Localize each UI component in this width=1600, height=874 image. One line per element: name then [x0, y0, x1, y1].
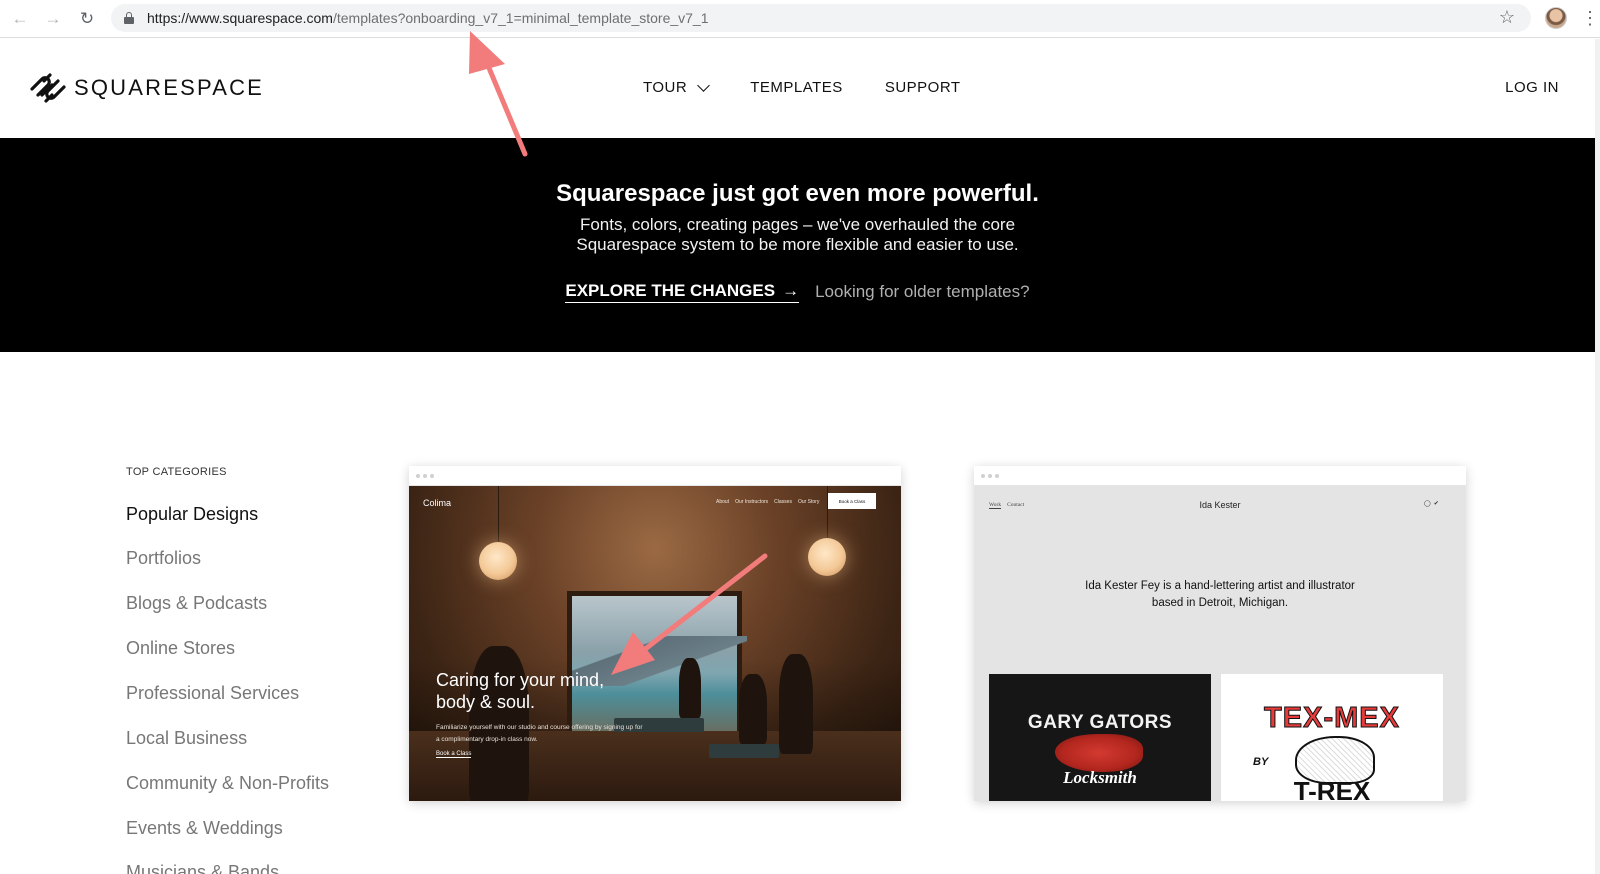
alligator-illustration [1055, 734, 1143, 772]
tile-bottom-text: T-REX [1293, 776, 1371, 801]
category-events-weddings[interactable]: Events & Weddings [126, 818, 283, 839]
category-blogs-podcasts[interactable]: Blogs & Podcasts [126, 593, 267, 614]
nav-templates[interactable]: TEMPLATES [750, 79, 843, 96]
preview-headline-line: Caring for your mind, [436, 670, 605, 690]
window-dots [416, 474, 434, 478]
person-silhouette [679, 658, 701, 718]
tile-title: GARY GATORS [1027, 712, 1173, 733]
category-local-business[interactable]: Local Business [126, 728, 247, 749]
browser-menu-icon[interactable]: ⋮ [1581, 8, 1599, 28]
promo-banner: Squarespace just got even more powerful.… [0, 138, 1595, 352]
promo-title: Squarespace just got even more powerful. [556, 180, 1039, 207]
social-icons: ◯✔ [1424, 500, 1442, 507]
preview-headline-line: body & soul. [436, 692, 536, 712]
template-preview-image: Work Contact Ida Kester ◯✔ Ida Kester Fe… [974, 486, 1466, 801]
window-dots [981, 474, 999, 478]
preview-intro: Ida Kester Fey is a hand-lettering artis… [974, 578, 1466, 612]
category-musicians-bands[interactable]: Musicians & Bands [126, 862, 279, 874]
chevron-down-icon [697, 78, 711, 92]
person-silhouette [739, 674, 767, 744]
preview-subtext: Familiarize yourself with our studio and… [436, 724, 643, 743]
squarespace-logo-icon [30, 73, 66, 103]
site-header: SQUARESPACE TOUR TEMPLATES SUPPORT LOG I… [0, 39, 1595, 138]
nav-tour-label: TOUR [643, 79, 688, 96]
page-scrollbar[interactable] [1595, 39, 1600, 874]
template-preview-image: Colima About Our Instructors Classes Our… [409, 486, 901, 801]
explore-changes-link[interactable]: EXPLORE THE CHANGES → [565, 281, 800, 303]
lamp-shape [808, 538, 846, 576]
nav-support[interactable]: SUPPORT [885, 79, 961, 96]
explore-changes-label: EXPLORE THE CHANGES [565, 281, 776, 300]
address-bar[interactable]: https://www.squarespace.com/templates?on… [111, 4, 1531, 32]
preview-cta: Book a Class [436, 751, 472, 758]
preview-window-bar [974, 466, 1466, 486]
url-path: /templates?onboarding_v7_1=minimal_templ… [332, 10, 709, 26]
main-nav: TOUR TEMPLATES SUPPORT [643, 78, 1003, 96]
promo-text: Fonts, colors, creating pages – we've ov… [0, 215, 1595, 255]
category-portfolios[interactable]: Portfolios [126, 548, 201, 569]
template-card-colima[interactable]: Colima About Our Instructors Classes Our… [409, 466, 901, 801]
twitter-icon: ✔ [1433, 501, 1442, 507]
preview-site-name: Ida Kester [1199, 500, 1241, 510]
preview-nav-item: Our Story [797, 499, 820, 505]
person-silhouette [779, 654, 813, 754]
preview-nav-item: Classes [774, 499, 792, 505]
category-popular-designs[interactable]: Popular Designs [126, 504, 258, 525]
lock-icon [124, 12, 134, 24]
preview-brand: Colima [423, 498, 452, 508]
promo-text-line: Squarespace system to be more flexible a… [576, 235, 1019, 254]
nav-tour[interactable]: TOUR [643, 78, 711, 96]
preview-intro-line: based in Detroit, Michigan. [1151, 597, 1289, 609]
lamp-shape [479, 542, 517, 580]
preview-intro-line: Ida Kester Fey is a hand-lettering artis… [1085, 580, 1355, 592]
nav-templates-label: TEMPLATES [750, 79, 843, 96]
arrow-right-icon: → [782, 281, 800, 300]
older-templates-link[interactable]: Looking for older templates? [815, 282, 1030, 302]
logo-wordmark: SQUARESPACE [74, 75, 265, 100]
preview-window-bar [409, 466, 901, 486]
template-card-ida-kester[interactable]: Work Contact Ida Kester ◯✔ Ida Kester Fe… [974, 466, 1466, 801]
tile-title: TEX-MEX [1264, 702, 1400, 735]
portfolio-tile-tex-mex: TEX-MEX BY T-REX [1221, 674, 1443, 801]
category-online-stores[interactable]: Online Stores [126, 638, 235, 659]
tile-subtitle: Locksmith [1063, 768, 1137, 787]
reload-icon[interactable]: ↻ [76, 8, 98, 30]
categories-heading: TOP CATEGORIES [126, 466, 227, 478]
preview-nav-item: About [716, 499, 730, 505]
preview-nav-item: Our Instructors [735, 499, 769, 505]
arrow-right-icon[interactable]: → [42, 8, 64, 30]
browser-toolbar: ← → ↻ https://www.squarespace.com/templa… [0, 0, 1600, 38]
login-link[interactable]: LOG IN [1505, 79, 1559, 96]
promo-text-line: Fonts, colors, creating pages – we've ov… [579, 215, 1016, 234]
category-professional-services[interactable]: Professional Services [126, 683, 299, 704]
preview-book-button: Book a Class [828, 493, 876, 509]
url-text[interactable]: https://www.squarespace.com/templates?on… [147, 10, 709, 26]
promo-links: EXPLORE THE CHANGES → Looking for older t… [0, 281, 1595, 303]
bookmark-star-icon[interactable]: ☆ [1499, 7, 1515, 28]
portfolio-tile-gary-gators: GARY GATORS Locksmith [989, 674, 1211, 801]
url-host: https://www.squarespace.com [147, 10, 333, 26]
squarespace-logo[interactable]: SQUARESPACE [28, 72, 264, 104]
preview-headline: Caring for your mind, body & soul. [436, 669, 604, 713]
tile-by-text: BY [1253, 756, 1269, 768]
nav-support-label: SUPPORT [884, 79, 961, 96]
category-community-non-profits[interactable]: Community & Non-Profits [126, 773, 329, 794]
instagram-icon: ◯ [1424, 501, 1434, 507]
preview-nav: About Our Instructors Classes Our Story [716, 499, 819, 505]
arrow-left-icon[interactable]: ← [9, 8, 31, 30]
profile-avatar[interactable] [1545, 7, 1567, 29]
